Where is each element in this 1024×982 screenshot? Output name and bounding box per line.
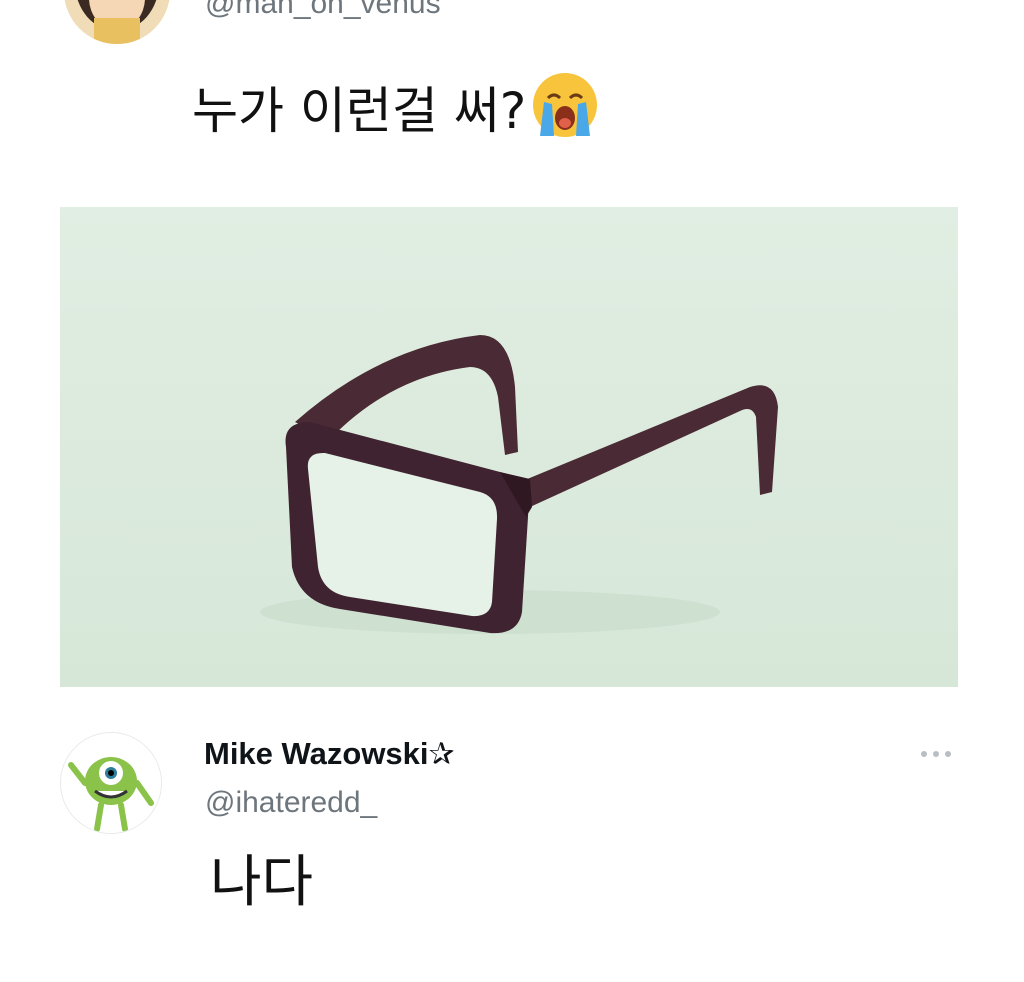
more-dots-icon[interactable]: [918, 746, 954, 762]
post-image[interactable]: [60, 207, 958, 687]
post-text-content: 누가 이런걸 써?: [192, 82, 527, 140]
post-text: 누가 이런걸 써?: [192, 70, 600, 143]
loudly-crying-face-icon: [530, 70, 600, 140]
reply-handle[interactable]: @ihateredd_: [205, 786, 377, 820]
glasses-photo: [60, 207, 958, 687]
user-avatar[interactable]: [64, 0, 170, 44]
reply-text: 나다: [210, 850, 314, 915]
reply-display-name[interactable]: Mike Wazowski✰: [204, 736, 455, 772]
original-post: @man_on_venus 누가 이런걸 써?: [0, 0, 1024, 687]
reply-post: Mike Wazowski✰ @ihateredd_ 나다: [0, 700, 1024, 982]
post-handle[interactable]: @man_on_venus: [205, 0, 441, 22]
reply-avatar[interactable]: [60, 732, 162, 834]
